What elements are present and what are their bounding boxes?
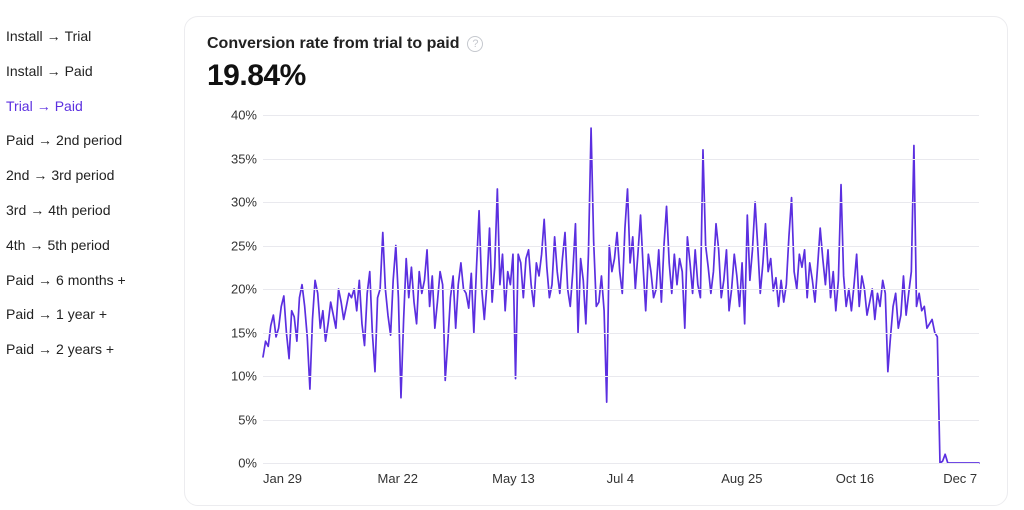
sidebar-item-4[interactable]: 2nd→3rd period [6,167,184,202]
x-tick-label: Jan 29 [263,471,302,486]
y-tick-label: 15% [207,325,257,340]
sidebar-item-to: 5th period [47,237,109,253]
sidebar-item-to: 2nd period [56,132,122,148]
sidebar: Install→TrialInstall→PaidTrial→PaidPaid→… [0,0,184,510]
sidebar-item-5[interactable]: 3rd→4th period [6,202,184,237]
gridline [263,463,979,464]
x-tick-label: Mar 22 [378,471,418,486]
sidebar-item-to: 2 years + [56,341,114,357]
sidebar-item-from: Trial [6,98,33,114]
y-tick-label: 40% [207,108,257,123]
gridline [263,246,979,247]
chart-title: Conversion rate from trial to paid [207,35,459,53]
plot-area [263,115,979,463]
x-tick-label: Dec 7 [943,471,977,486]
sidebar-item-to: 6 months + [56,272,126,288]
y-tick-label: 5% [207,412,257,427]
y-tick-label: 25% [207,238,257,253]
chart-card: Conversion rate from trial to paid ? 19.… [184,16,1008,506]
arrow-icon: → [33,167,47,183]
sidebar-item-to: Paid [55,98,83,114]
gridline [263,202,979,203]
sidebar-item-to: Paid [65,63,93,79]
sidebar-item-3[interactable]: Paid→2nd period [6,132,184,167]
gridline [263,376,979,377]
sidebar-item-1[interactable]: Install→Paid [6,63,184,98]
sidebar-item-to: Trial [65,28,92,44]
sidebar-item-from: Install [6,63,43,79]
arrow-icon: → [38,272,52,288]
gridline [263,159,979,160]
gridline [263,115,979,116]
arrow-icon: → [47,28,61,44]
arrow-icon: → [47,63,61,79]
y-tick-label: 35% [207,151,257,166]
gridline [263,420,979,421]
arrow-icon: → [38,341,52,357]
sidebar-item-0[interactable]: Install→Trial [6,28,184,63]
sidebar-item-from: 4th [6,237,25,253]
sidebar-item-to: 3rd period [51,167,114,183]
sidebar-item-to: 1 year + [56,306,107,322]
sidebar-item-from: Install [6,28,43,44]
arrow-icon: → [29,237,43,253]
sidebar-item-from: 3rd [6,202,26,218]
arrow-icon: → [38,132,52,148]
sidebar-item-from: Paid [6,341,34,357]
sidebar-item-from: 2nd [6,167,29,183]
sidebar-item-6[interactable]: 4th→5th period [6,237,184,272]
sidebar-item-from: Paid [6,132,34,148]
chart-area: Jan 29 Mar 22 May 13 Jul 4 Aug 25 Oct 16 Dec 7… [207,115,985,493]
headline-value: 19.84% [207,59,985,93]
y-tick-label: 0% [207,456,257,471]
gridline [263,333,979,334]
y-tick-label: 30% [207,195,257,210]
gridline [263,289,979,290]
sidebar-item-from: Paid [6,272,34,288]
x-tick-label: May 13 [492,471,535,486]
sidebar-item-2[interactable]: Trial→Paid [6,98,184,133]
x-tick-label: Oct 16 [836,471,874,486]
sidebar-item-8[interactable]: Paid→1 year + [6,306,184,341]
arrow-icon: → [30,202,44,218]
x-axis: Jan 29 Mar 22 May 13 Jul 4 Aug 25 Oct 16 Dec 7 [263,465,979,493]
sidebar-item-9[interactable]: Paid→2 years + [6,341,184,376]
sidebar-item-from: Paid [6,306,34,322]
help-icon[interactable]: ? [467,36,483,52]
y-tick-label: 10% [207,369,257,384]
sidebar-item-to: 4th period [48,202,110,218]
y-tick-label: 20% [207,282,257,297]
arrow-icon: → [38,306,52,322]
x-tick-label: Aug 25 [721,471,762,486]
arrow-icon: → [37,98,51,114]
sidebar-item-7[interactable]: Paid→6 months + [6,272,184,307]
x-tick-label: Jul 4 [607,471,634,486]
